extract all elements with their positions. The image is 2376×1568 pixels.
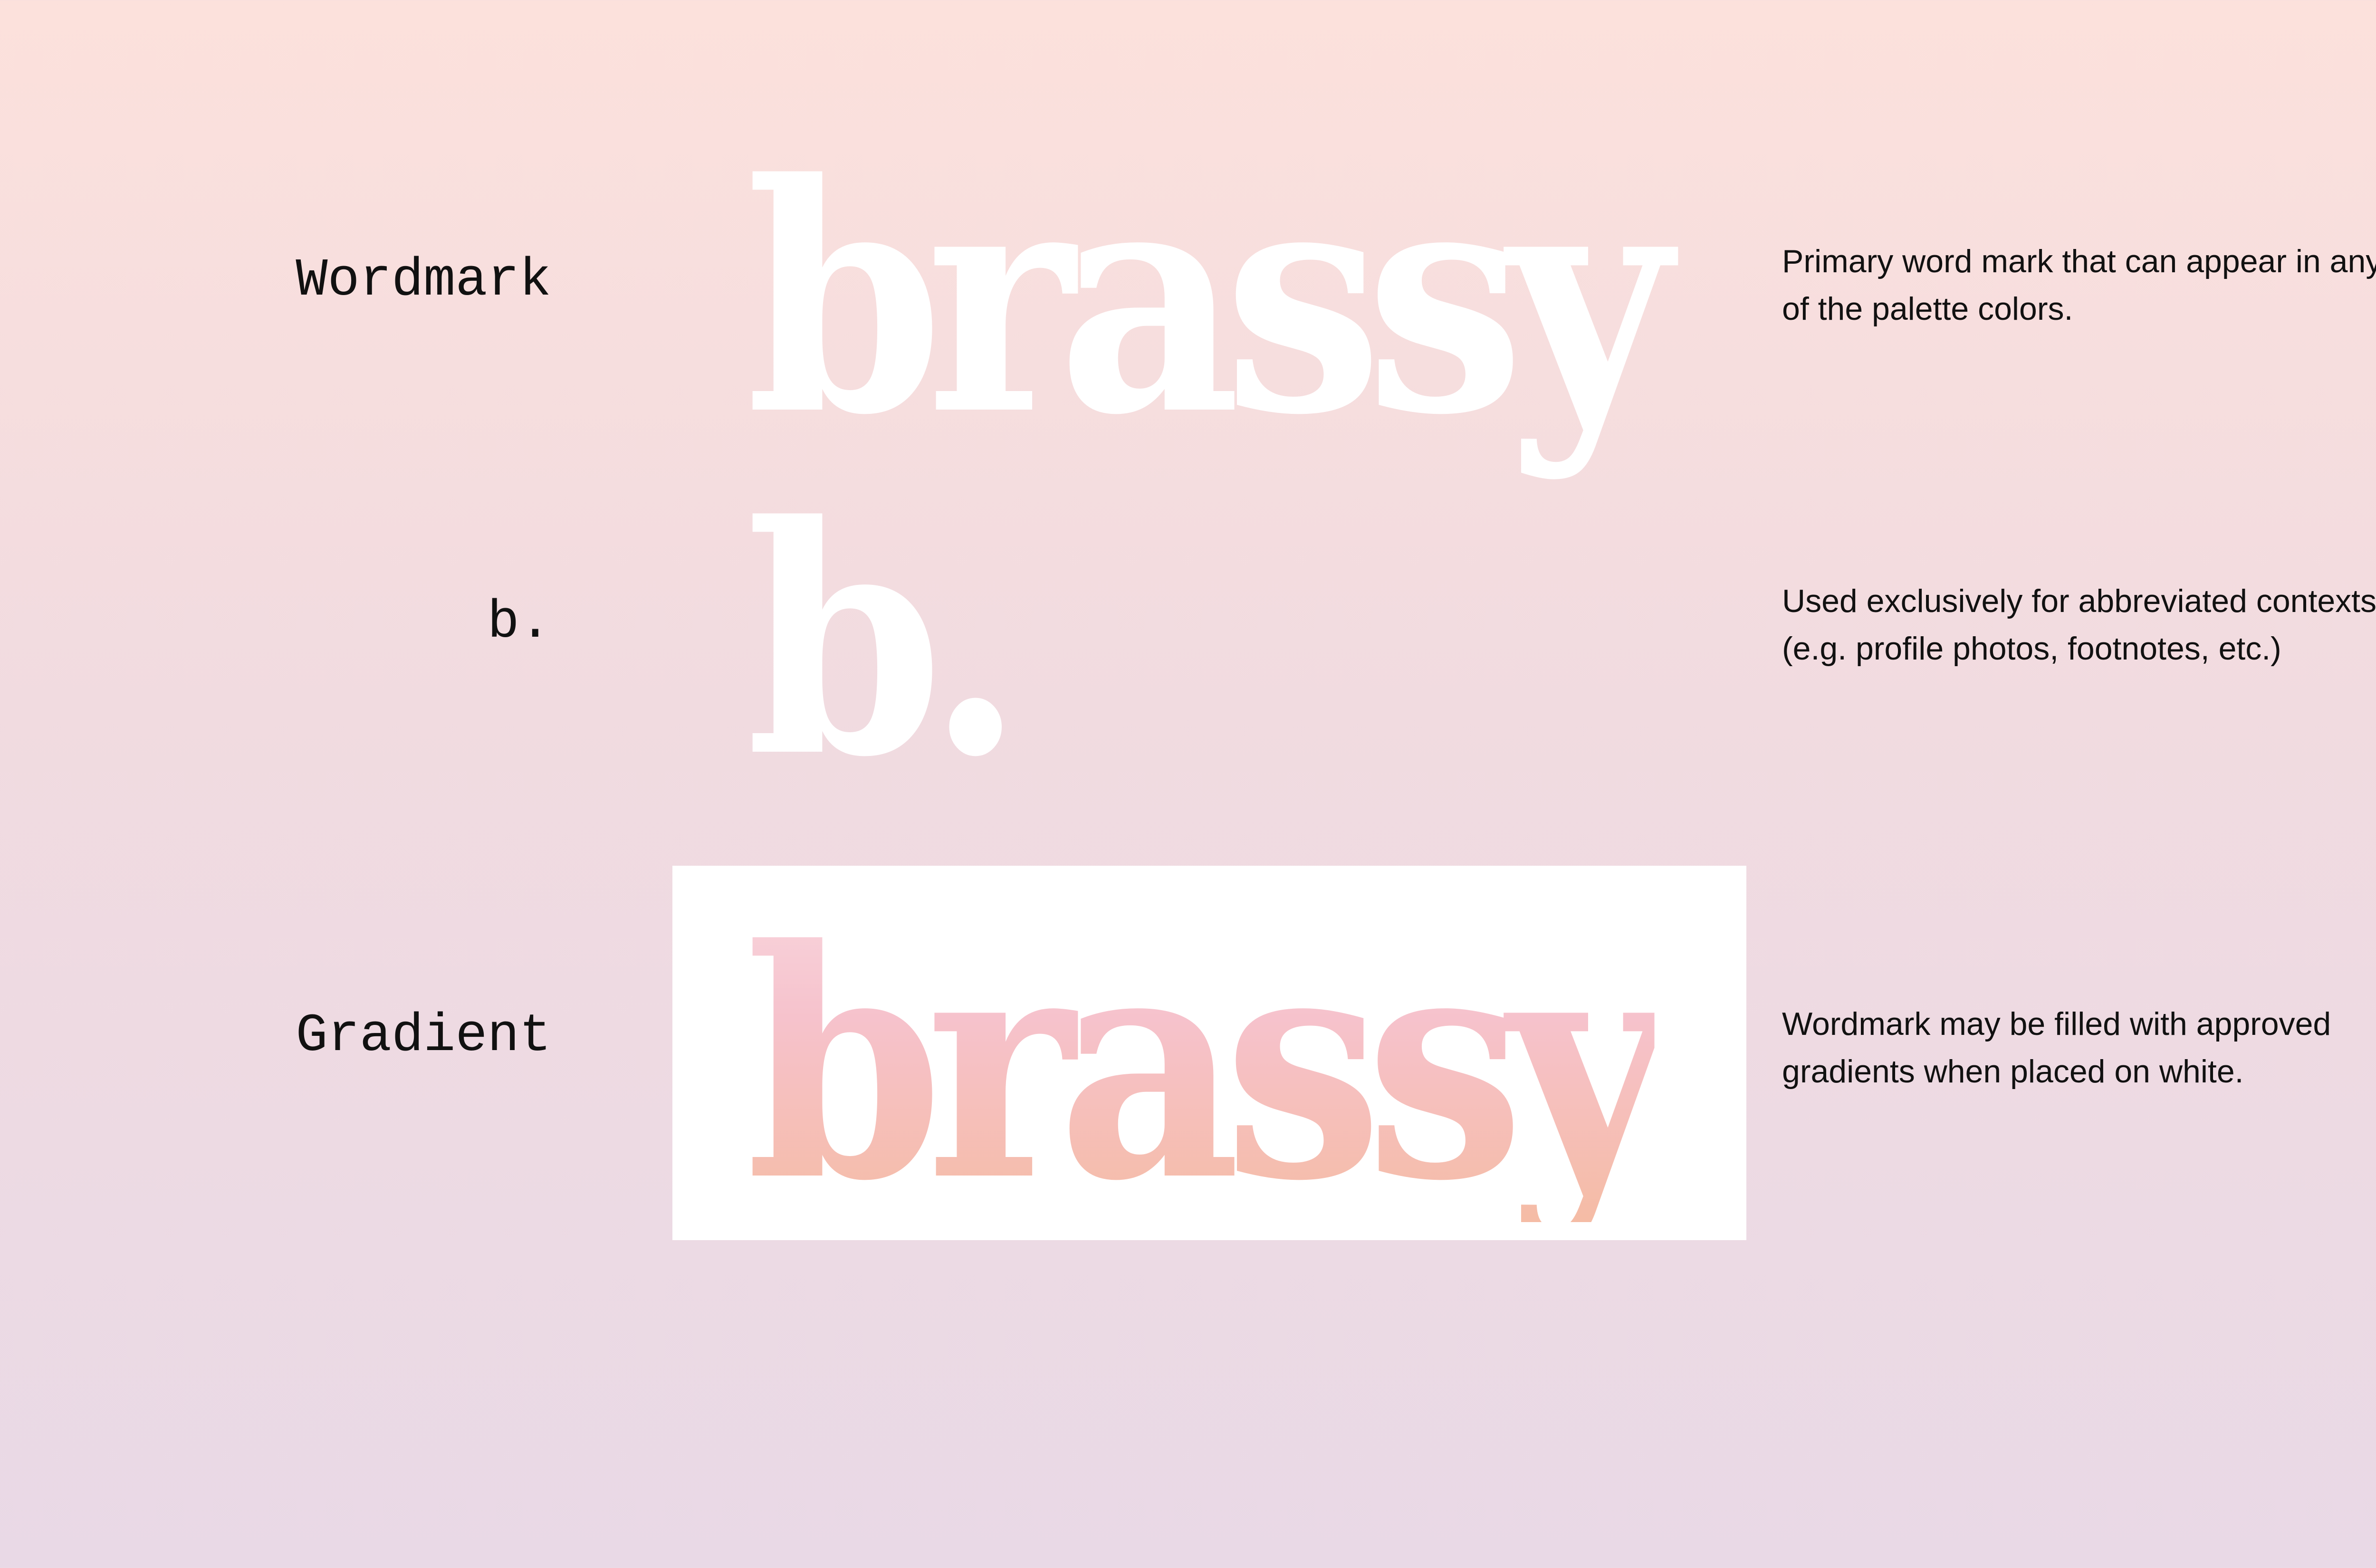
wordmark-description-line-1: Primary word mark that can appear in any bbox=[1782, 243, 2376, 279]
wordmark-description-line-2: of the palette colors. bbox=[1782, 291, 2073, 327]
abbreviation-description-line-2: (e.g. profile photos, footnotes, etc.) bbox=[1782, 631, 2281, 667]
abbreviation-description: Used exclusively for abbreviated context… bbox=[1782, 577, 2376, 672]
gradient-description-line-1: Wordmark may be filled with approved bbox=[1782, 1006, 2331, 1042]
wordmark-label: Wordmark bbox=[296, 250, 551, 311]
abbreviation-logo: b. bbox=[746, 457, 1025, 826]
gradient-label: Gradient bbox=[296, 1006, 551, 1066]
gradient-description-line-2: gradients when placed on white. bbox=[1782, 1053, 2244, 1090]
abbreviation-label: b. bbox=[487, 593, 551, 653]
gradient-description: Wordmark may be filled with approved gra… bbox=[1782, 1000, 2376, 1095]
abbreviation-description-line-1: Used exclusively for abbreviated context… bbox=[1782, 583, 2376, 619]
gradient-wordmark-logo: brassy bbox=[746, 881, 1671, 1250]
wordmark-logo: brassy bbox=[746, 115, 1671, 484]
wordmark-description: Primary word mark that can appear in any… bbox=[1782, 238, 2376, 333]
